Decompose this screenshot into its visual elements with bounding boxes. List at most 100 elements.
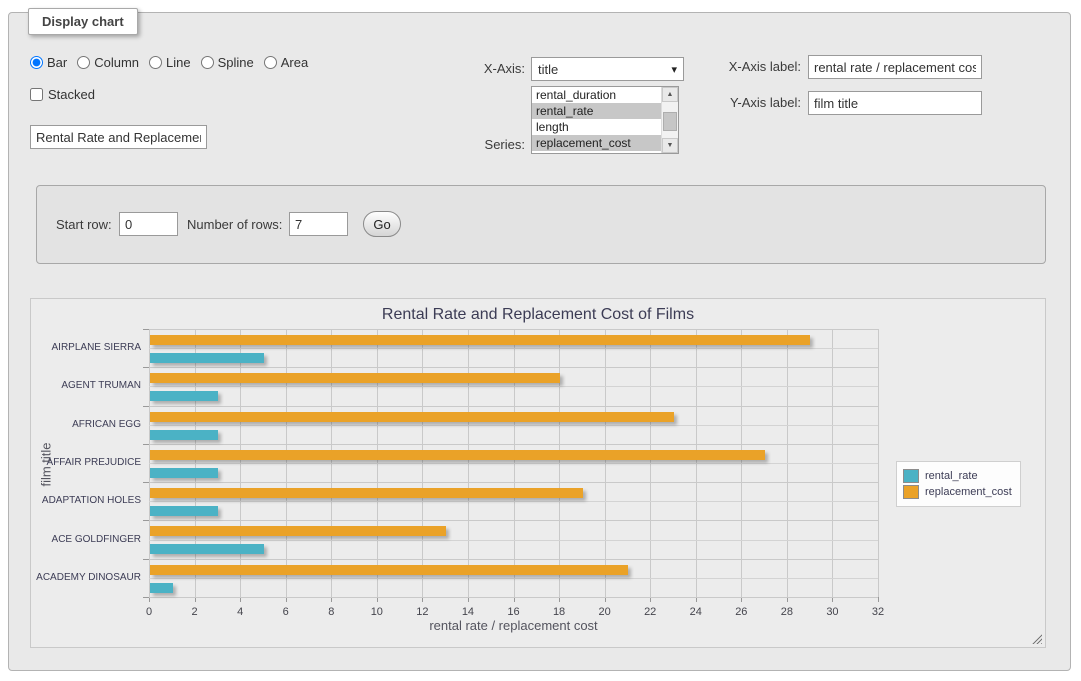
scroll-up-icon[interactable]: ▲ — [662, 87, 678, 102]
chart-legend: rental_rate replacement_cost — [896, 461, 1021, 507]
x-tick-label: 16 — [494, 606, 534, 618]
y-tick-mark — [143, 367, 149, 368]
bar-replacement_cost — [150, 526, 446, 536]
chart-title: Rental Rate and Replacement Cost of Film… — [31, 306, 1045, 324]
x-tick-label: 2 — [175, 606, 215, 618]
grid-line-h — [149, 520, 878, 521]
bar-replacement_cost — [150, 335, 810, 345]
scrollbar[interactable]: ▲ ▼ — [661, 87, 678, 153]
legend-label: replacement_cost — [925, 486, 1012, 498]
chart-type-column-label: Column — [94, 55, 139, 70]
rows-panel: Start row: Number of rows: Go — [36, 185, 1046, 264]
bar-replacement_cost — [150, 412, 674, 422]
y-tick-mark — [143, 329, 149, 330]
chart-type-column[interactable]: Column — [77, 55, 139, 70]
grid-line-h-minor — [149, 463, 878, 464]
chart-type-bar[interactable]: Bar — [30, 55, 67, 70]
y-tick-mark — [143, 406, 149, 407]
grid-line-h — [149, 444, 878, 445]
bar-rental_rate — [150, 391, 218, 401]
grid-line-h — [149, 406, 878, 407]
chevron-down-icon: ▾ — [671, 63, 677, 76]
grid-line-h-minor — [149, 348, 878, 349]
x-tick-label: 6 — [266, 606, 306, 618]
grid-line-h-minor — [149, 578, 878, 579]
x-tick-label: 0 — [129, 606, 169, 618]
y-tick-mark — [143, 444, 149, 445]
num-rows-input[interactable] — [289, 212, 348, 236]
chart-type-line-radio[interactable] — [149, 56, 162, 69]
stacked-checkbox[interactable]: Stacked — [30, 87, 95, 102]
y-axis-title: film title — [39, 425, 54, 505]
chart-type-area[interactable]: Area — [264, 55, 308, 70]
legend-swatch — [903, 485, 919, 499]
grid-line-h-minor — [149, 501, 878, 502]
resize-handle-icon[interactable] — [1031, 633, 1042, 644]
start-row-input[interactable] — [119, 212, 178, 236]
legend-label: rental_rate — [925, 470, 978, 482]
chart-type-spline-label: Spline — [218, 55, 254, 70]
legend-item: rental_rate — [903, 469, 1012, 483]
yaxis-field-label: Y-Axis label: — [700, 95, 801, 110]
series-option-length[interactable]: length — [532, 119, 661, 135]
grid-line-h — [149, 367, 878, 368]
y-tick-mark — [143, 482, 149, 483]
series-option-rental_rate[interactable]: rental_rate — [532, 103, 661, 119]
bar-rental_rate — [150, 506, 218, 516]
chart-type-area-radio[interactable] — [264, 56, 277, 69]
start-row-label: Start row: — [56, 217, 112, 232]
series-option-replacement_cost[interactable]: replacement_cost — [532, 135, 661, 151]
series-listbox[interactable]: rental_durationrental_ratelengthreplacem… — [531, 86, 679, 154]
x-tick-label: 26 — [721, 606, 761, 618]
chart-type-column-radio[interactable] — [77, 56, 90, 69]
x-tick-label: 8 — [311, 606, 351, 618]
x-tick-label: 32 — [858, 606, 898, 618]
bar-replacement_cost — [150, 565, 628, 575]
yaxis-label-input[interactable] — [808, 91, 982, 115]
chart-type-line[interactable]: Line — [149, 55, 191, 70]
y-tick-mark — [143, 559, 149, 560]
chart-type-spline-radio[interactable] — [201, 56, 214, 69]
series-option-rental_duration[interactable]: rental_duration — [532, 87, 661, 103]
bar-rental_rate — [150, 353, 264, 363]
y-category-label: ACE GOLDFINGER — [27, 534, 141, 545]
x-tick-label: 4 — [220, 606, 260, 618]
xaxis-label-input[interactable] — [808, 55, 982, 79]
x-axis-title: rental rate / replacement cost — [149, 618, 878, 633]
xaxis-select[interactable]: title ▾ — [531, 57, 684, 81]
grid-line-h — [149, 597, 878, 598]
x-tick-label: 30 — [812, 606, 852, 618]
chart-type-bar-radio[interactable] — [30, 56, 43, 69]
x-tick-label: 10 — [357, 606, 397, 618]
bar-rental_rate — [150, 544, 264, 554]
y-tick-mark — [143, 597, 149, 598]
scroll-down-icon[interactable]: ▼ — [662, 138, 678, 153]
x-tick-label: 14 — [448, 606, 488, 618]
chart-type-line-label: Line — [166, 55, 191, 70]
grid-line-h-minor — [149, 386, 878, 387]
bar-replacement_cost — [150, 488, 583, 498]
legend-swatch — [903, 469, 919, 483]
go-button[interactable]: Go — [363, 211, 401, 237]
chart-type-radios: Bar Column Line Spline Area — [30, 55, 318, 72]
bar-rental_rate — [150, 468, 218, 478]
chart-type-area-label: Area — [281, 55, 308, 70]
grid-line-h — [149, 559, 878, 560]
panel-title: Display chart — [28, 8, 138, 35]
num-rows-label: Number of rows: — [187, 217, 282, 232]
chart: Rental Rate and Replacement Cost of Film… — [30, 298, 1046, 648]
y-tick-mark — [143, 520, 149, 521]
x-tick-label: 28 — [767, 606, 807, 618]
chart-type-bar-label: Bar — [47, 55, 67, 70]
bar-rental_rate — [150, 583, 173, 593]
grid-line-h-minor — [149, 425, 878, 426]
x-tick-label: 20 — [585, 606, 625, 618]
chart-title-input[interactable] — [30, 125, 207, 149]
xaxis-field-label: X-Axis label: — [700, 59, 801, 74]
stacked-checkbox-input[interactable] — [30, 88, 43, 101]
chart-type-spline[interactable]: Spline — [201, 55, 254, 70]
grid-line-v — [878, 329, 879, 597]
x-tick-mark — [878, 597, 879, 602]
bar-rental_rate — [150, 430, 218, 440]
scrollbar-thumb[interactable] — [663, 112, 677, 131]
